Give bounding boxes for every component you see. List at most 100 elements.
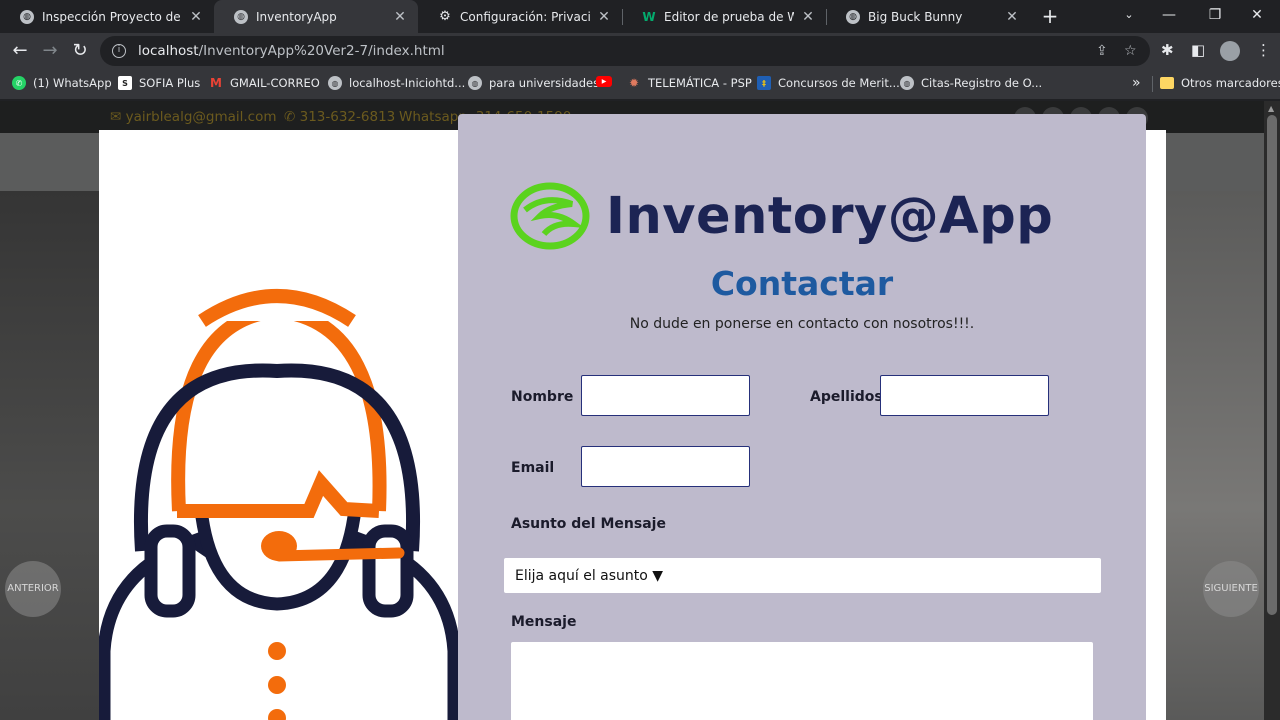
url-host: localhost — [138, 43, 199, 59]
globe-icon: ◍ — [328, 76, 342, 90]
site-phone[interactable]: ✆ 313-632-6813 — [284, 109, 395, 125]
tab-title: Editor de prueba de W3Schoo — [664, 9, 794, 24]
subject-label: Asunto del Mensaje — [511, 516, 666, 532]
globe-icon: ◍ — [468, 76, 482, 90]
site-email[interactable]: ✉ yairblealg@gmail.com — [110, 109, 277, 125]
globe-icon: ◍ — [20, 9, 34, 24]
cnsc-icon: ‡ — [757, 76, 771, 90]
more-bookmarks-button[interactable]: » — [1132, 75, 1141, 91]
bookmark-citas[interactable]: ◍ Citas-Registro de O... — [900, 76, 1042, 90]
new-tab-button[interactable]: + — [1040, 4, 1060, 28]
close-icon[interactable]: ✕ — [1004, 9, 1020, 25]
background-left — [0, 191, 99, 720]
bookmarks-bar: ✆ (1) WhatsApp S SOFIA Plus M GMAIL-CORR… — [0, 69, 1280, 100]
bookmark-gmail[interactable]: M GMAIL-CORREO — [209, 76, 320, 90]
message-textarea[interactable] — [511, 642, 1093, 720]
url-path: /InventoryApp%20Ver2-7/index.html — [198, 43, 445, 59]
bookmark-label: Citas-Registro de O... — [921, 76, 1043, 90]
telematica-icon: ✹ — [628, 76, 640, 90]
maximize-icon[interactable]: ❐ — [1192, 0, 1238, 30]
youtube-icon: ▶ — [596, 76, 612, 87]
tab-w3schools[interactable]: W Editor de prueba de W3Schoo ✕ — [622, 0, 826, 33]
gmail-icon: M — [210, 76, 222, 90]
bookmark-label: localhost-Iniciohtd... — [349, 76, 466, 90]
last-name-input[interactable] — [880, 375, 1049, 416]
share-icon[interactable]: ⇪ — [1096, 43, 1108, 59]
page-viewport: ✉ yairblealg@gmail.com ✆ 313-632-6813 Wh… — [0, 101, 1264, 720]
address-bar[interactable]: i localhost/InventoryApp%20Ver2-7/index.… — [100, 36, 1150, 66]
minimize-icon[interactable]: — — [1146, 0, 1192, 30]
tab-inspeccion[interactable]: ◍ Inspección Proyecto de Form ✕ — [0, 0, 214, 33]
other-bookmarks-folder[interactable]: Otros marcadores — [1160, 76, 1280, 90]
form-subtitle: No dude en ponerse en contacto con nosot… — [629, 316, 975, 332]
mail-icon: ✉ — [110, 109, 122, 125]
bookmark-sofia-plus[interactable]: S SOFIA Plus — [118, 76, 200, 90]
forward-icon[interactable]: → — [36, 37, 64, 65]
tab-title: InventoryApp — [256, 9, 337, 24]
email-input[interactable] — [581, 446, 750, 487]
reload-icon[interactable]: ↻ — [66, 37, 94, 65]
close-icon[interactable]: ✕ — [188, 9, 204, 25]
profile-avatar[interactable] — [1220, 41, 1240, 61]
bookmark-separator — [1152, 76, 1153, 92]
tab-configuracion[interactable]: ⚙ Configuración: Privacidad y s ✕ — [418, 0, 622, 33]
bookmark-whatsapp[interactable]: ✆ (1) WhatsApp — [12, 76, 112, 90]
sofia-icon: S — [118, 76, 132, 90]
url-text: localhost/InventoryApp%20Ver2-7/index.ht… — [138, 43, 445, 59]
site-phone-text: 313-632-6813 — [299, 109, 396, 125]
first-name-label: Nombre — [511, 389, 574, 405]
next-slide-button[interactable]: SIGUIENTE — [1203, 561, 1259, 617]
brand-logo: Inventory@App — [510, 182, 1053, 250]
close-window-icon[interactable]: ✕ — [1234, 0, 1280, 30]
contact-form-panel: Inventory@App Contactar No dude en poner… — [458, 114, 1146, 720]
gear-icon: ⚙ — [439, 9, 451, 24]
phone-icon: ✆ — [284, 109, 296, 125]
menu-kebab-icon[interactable]: ⋮ — [1256, 41, 1271, 59]
bookmark-label: Otros marcadores — [1181, 76, 1280, 90]
bookmark-localhost[interactable]: ◍ localhost-Iniciohtd... — [328, 76, 465, 90]
brand-swirl-icon — [510, 182, 590, 250]
bookmark-label: para universidades — [489, 76, 600, 90]
close-icon[interactable]: ✕ — [800, 9, 816, 25]
brand-name: Inventory@App — [606, 186, 1054, 246]
globe-icon: ◍ — [846, 9, 860, 24]
browser-toolbar: ← → ↻ i localhost/InventoryApp%20Ver2-7/… — [0, 33, 1280, 69]
whatsapp-icon: ✆ — [12, 76, 26, 90]
bookmark-telematica[interactable]: ✹ TELEMÁTICA - PSP — [627, 76, 752, 90]
bookmark-star-icon[interactable]: ☆ — [1124, 43, 1137, 59]
message-label: Mensaje — [511, 614, 577, 630]
close-icon[interactable]: ✕ — [392, 9, 408, 25]
bookmark-youtube[interactable]: ▶ — [596, 76, 619, 87]
support-agent-illustration — [99, 289, 459, 720]
bookmark-label: (1) WhatsApp — [33, 76, 112, 90]
tab-title: Inspección Proyecto de Form — [42, 9, 182, 24]
email-label: Email — [511, 460, 555, 476]
back-icon[interactable]: ← — [6, 37, 34, 65]
tab-inventoryapp[interactable]: ◍ InventoryApp ✕ — [214, 0, 418, 33]
background-right — [1166, 191, 1264, 720]
tab-title: Configuración: Privacidad y s — [460, 9, 590, 24]
close-icon[interactable]: ✕ — [596, 9, 612, 25]
subject-select[interactable]: Elija aquí el asunto ▼ — [504, 558, 1101, 593]
globe-icon: ◍ — [234, 9, 248, 24]
page-scrollbar[interactable]: ▲ — [1264, 101, 1280, 720]
globe-icon: ◍ — [900, 76, 914, 90]
folder-icon — [1160, 77, 1174, 89]
tab-strip: ◍ Inspección Proyecto de Form ✕ ◍ Invent… — [0, 0, 1280, 33]
bookmark-label: TELEMÁTICA - PSP — [648, 76, 752, 90]
prev-slide-button[interactable]: ANTERIOR — [5, 561, 61, 617]
site-info-icon[interactable]: i — [112, 44, 126, 58]
last-name-label: Apellidos — [810, 389, 883, 405]
bookmark-label: Concursos de Merit... — [778, 76, 900, 90]
site-email-text: yairblealg@gmail.com — [125, 109, 277, 125]
tab-title: Big Buck Bunny — [868, 9, 963, 24]
scrollbar-thumb[interactable] — [1267, 115, 1277, 615]
side-panel-icon[interactable]: ◧ — [1191, 41, 1205, 59]
first-name-input[interactable] — [581, 375, 750, 416]
bookmark-universidades[interactable]: ◍ para universidades — [468, 76, 599, 90]
bookmark-concursos[interactable]: ‡ Concursos de Merit... — [757, 76, 900, 90]
tab-big-buck-bunny[interactable]: ◍ Big Buck Bunny ✕ — [826, 0, 1030, 33]
extensions-icon[interactable]: ✱ — [1161, 41, 1174, 59]
form-title: Contactar — [710, 264, 894, 303]
scroll-up-icon[interactable]: ▲ — [1268, 104, 1274, 113]
